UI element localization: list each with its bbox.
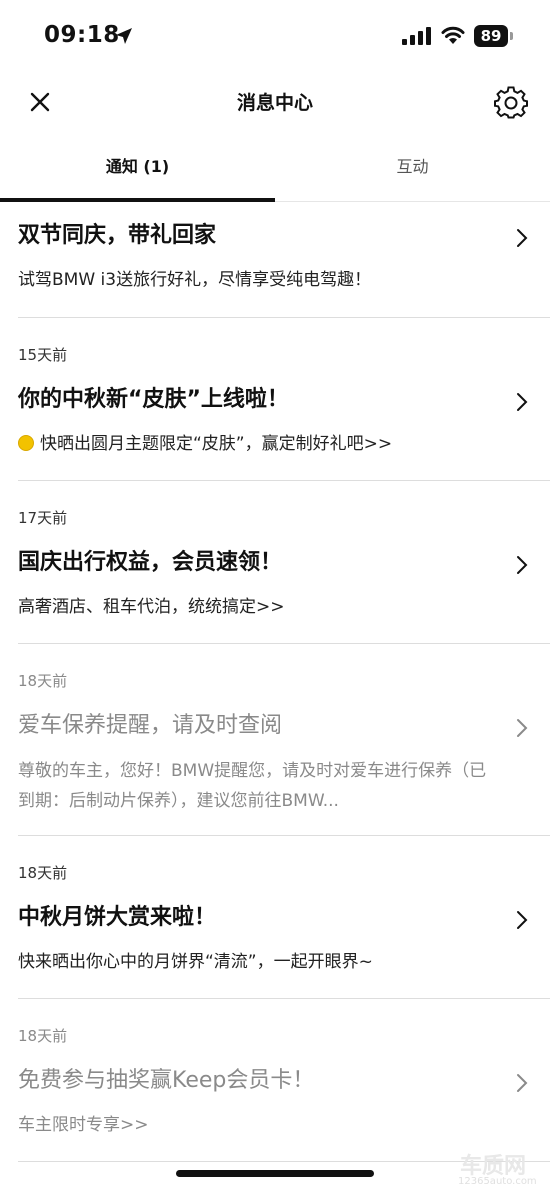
message-list: 双节同庆，带礼回家 试驾BMW i3送旅行好礼，尽情享受纯电驾趣！ 15天前 你… — [0, 202, 550, 1162]
message-item[interactable]: 双节同庆，带礼回家 试驾BMW i3送旅行好礼，尽情享受纯电驾趣！ — [18, 202, 550, 318]
message-title: 爱车保养提醒，请及时查阅 — [18, 713, 283, 738]
message-description-text: 快晒出圆月主题限定“皮肤”，赢定制好礼吧>> — [40, 434, 393, 454]
chevron-right-icon — [517, 556, 528, 574]
message-title: 你的中秋新“皮肤”上线啦！ — [18, 387, 289, 412]
message-description: 快来晒出你心中的月饼界“清流”，一起开眼界~ — [18, 952, 373, 972]
message-item[interactable]: 17天前 国庆出行权益，会员速领！ 高奢酒店、租车代泊，统统搞定>> — [18, 481, 550, 644]
watermark-url: 12365auto.com — [458, 1176, 537, 1187]
message-title: 免费参与抽奖赢Keep会员卡！ — [18, 1068, 315, 1093]
home-indicator[interactable] — [176, 1170, 374, 1177]
message-item[interactable]: 15天前 你的中秋新“皮肤”上线啦！ 快晒出圆月主题限定“皮肤”，赢定制好礼吧>… — [18, 318, 550, 481]
tab-notifications[interactable]: 通知 (1) — [0, 142, 275, 202]
chevron-right-icon — [517, 911, 528, 929]
gold-coin-icon — [18, 435, 34, 451]
tab-interactions[interactable]: 互动 — [275, 142, 550, 202]
battery-indicator: 89 — [474, 25, 508, 47]
message-item[interactable]: 18天前 免费参与抽奖赢Keep会员卡！ 车主限时专享>> — [18, 999, 550, 1162]
chevron-right-icon — [517, 393, 528, 411]
page-title: 消息中心 — [236, 92, 313, 114]
message-description: 高奢酒店、租车代泊，统统搞定>> — [18, 597, 285, 617]
message-title: 双节同庆，带礼回家 — [18, 223, 217, 248]
chevron-right-icon — [517, 719, 528, 737]
message-description: 尊敬的车主，您好！BMW提醒您，请及时对爱车进行保养（已到期：后制动片保养），建… — [18, 761, 487, 811]
message-time: 15天前 — [18, 346, 68, 364]
gear-icon[interactable] — [494, 86, 528, 120]
message-description: 快晒出圆月主题限定“皮肤”，赢定制好礼吧>> — [18, 430, 392, 458]
status-time: 09:18 — [44, 22, 120, 48]
wifi-icon — [441, 26, 465, 44]
chevron-right-icon — [517, 1074, 528, 1092]
message-title: 国庆出行权益，会员速领！ — [18, 550, 283, 575]
message-item[interactable]: 18天前 爱车保养提醒，请及时查阅 尊敬的车主，您好！BMW提醒您，请及时对爱车… — [18, 644, 550, 836]
message-time: 18天前 — [18, 864, 68, 882]
status-bar: 09:18 89 — [0, 0, 550, 72]
tab-bar: 通知 (1) 互动 — [0, 142, 550, 202]
nav-bar: 消息中心 — [0, 72, 550, 132]
message-description: 车主限时专享>> — [18, 1115, 149, 1135]
message-item[interactable]: 18天前 中秋月饼大赏来啦！ 快来晒出你心中的月饼界“清流”，一起开眼界~ — [18, 836, 550, 999]
message-time: 18天前 — [18, 1027, 68, 1045]
message-time: 18天前 — [18, 672, 68, 690]
message-title: 中秋月饼大赏来啦！ — [18, 905, 217, 930]
cellular-signal-icon — [402, 27, 431, 45]
chevron-right-icon — [517, 229, 528, 247]
message-description: 试驾BMW i3送旅行好礼，尽情享受纯电驾趣！ — [18, 270, 372, 290]
battery-cap — [510, 32, 513, 40]
location-arrow-icon — [116, 28, 132, 44]
message-time: 17天前 — [18, 509, 68, 527]
